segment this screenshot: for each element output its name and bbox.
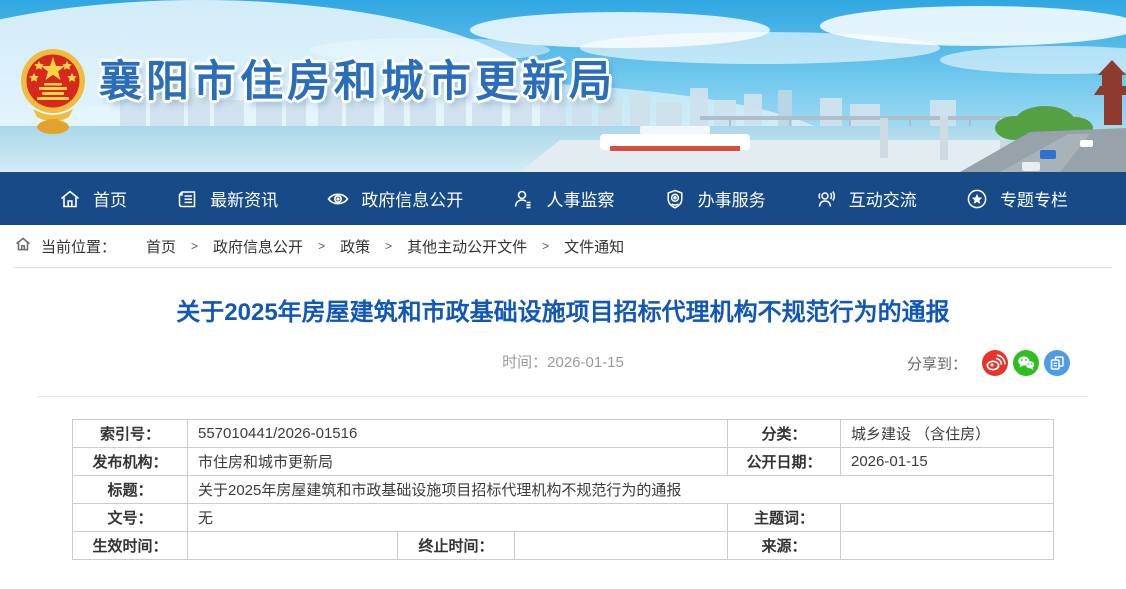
article-meta-row: 时间：2026-01-15 分享到： [0,349,1126,377]
site-title: 襄阳市住房和城市更新局 [99,47,616,109]
header-banner: 襄阳市住房和城市更新局 [0,0,1126,172]
table-row: 生效时间： 终止时间： 来源： [73,532,1054,560]
nav-label: 互动交流 [849,186,917,211]
table-row: 发布机构： 市住房和城市更新局 公开日期： 2026-01-15 [73,448,1054,476]
doc-title-label: 标题： [73,476,188,504]
time-value: 2026-01-15 [547,354,624,371]
nav-label: 专题专栏 [1000,186,1068,211]
keywords-value [841,504,1054,532]
person-icon [511,187,535,211]
source-value [841,532,1054,560]
star-icon [965,187,989,211]
section-divider [38,396,1088,397]
source-label: 来源： [728,532,841,560]
table-row: 文号： 无 主题词： [73,504,1054,532]
nav-label: 人事监察 [546,186,614,211]
page-title: 关于2025年房屋建筑和市政基础设施项目招标代理机构不规范行为的通报 [0,298,1126,328]
nav-item-services[interactable]: 办事服务 [663,186,766,211]
effective-label: 生效时间： [73,532,188,560]
share-label: 分享到： [907,353,967,374]
nav-item-news[interactable]: 最新资讯 [175,186,278,211]
eye-icon [326,187,350,211]
wechat-icon[interactable] [1013,350,1039,376]
breadcrumb-separator: > [191,239,198,253]
time-label: 时间： [502,354,547,371]
share-group: 分享到： [907,350,1070,376]
copy-link-icon[interactable] [1044,350,1070,376]
weibo-icon[interactable] [982,350,1008,376]
breadcrumb-item-gov-info[interactable]: 政府信息公开 [213,236,303,257]
nav-item-gov-info[interactable]: 政府信息公开 [326,186,463,211]
breadcrumb-item-home[interactable]: 首页 [146,236,176,257]
nav-item-special[interactable]: 专题专栏 [965,186,1068,211]
document-info-table: 索引号： 557010441/2026-01516 分类： 城乡建设 （含住房）… [72,419,1054,560]
national-emblem [19,33,87,139]
nav-item-interaction[interactable]: 互动交流 [814,186,917,211]
breadcrumb-separator: > [318,239,325,253]
breadcrumb-separator: > [385,239,392,253]
breadcrumb: 当前位置： 首页 > 政府信息公开 > 政策 > 其他主动公开文件 > 文件通知 [14,225,1112,268]
pub-date-label: 公开日期： [728,448,841,476]
breadcrumb-item-policy[interactable]: 政策 [340,236,370,257]
index-label: 索引号： [73,420,188,448]
main-nav: 首页 最新资讯 政府信息公开 人事监察 办事服务 互动交流 专题专栏 [0,172,1126,225]
nav-label: 政府信息公开 [361,186,463,211]
news-icon [175,187,199,211]
nav-item-home[interactable]: 首页 [58,186,127,211]
badge-icon [663,187,687,211]
table-row: 索引号： 557010441/2026-01516 分类： 城乡建设 （含住房） [73,420,1054,448]
index-value: 557010441/2026-01516 [188,420,728,448]
doc-no-value: 无 [188,504,728,532]
keywords-label: 主题词： [728,504,841,532]
breadcrumb-separator: > [542,239,549,253]
nav-label: 首页 [93,186,127,211]
home-icon [58,187,82,211]
home-breadcrumb-icon [14,235,41,257]
agency-value: 市住房和城市更新局 [188,448,728,476]
chat-icon [814,187,838,211]
breadcrumb-location-label: 当前位置： [41,236,116,257]
pub-date-value: 2026-01-15 [841,448,1054,476]
end-value [515,532,728,560]
agency-label: 发布机构： [73,448,188,476]
nav-item-personnel[interactable]: 人事监察 [511,186,614,211]
doc-no-label: 文号： [73,504,188,532]
breadcrumb-item-other-docs[interactable]: 其他主动公开文件 [407,236,527,257]
category-label: 分类： [728,420,841,448]
effective-value [188,532,398,560]
article-head: 关于2025年房屋建筑和市政基础设施项目招标代理机构不规范行为的通报 时间：20… [0,268,1126,397]
doc-title-value: 关于2025年房屋建筑和市政基础设施项目招标代理机构不规范行为的通报 [188,476,1054,504]
end-label: 终止时间： [398,532,515,560]
nav-label: 办事服务 [698,186,766,211]
breadcrumb-item-doc-notice[interactable]: 文件通知 [564,236,624,257]
table-row: 标题： 关于2025年房屋建筑和市政基础设施项目招标代理机构不规范行为的通报 [73,476,1054,504]
nav-label: 最新资讯 [210,186,278,211]
category-value: 城乡建设 （含住房） [841,420,1054,448]
